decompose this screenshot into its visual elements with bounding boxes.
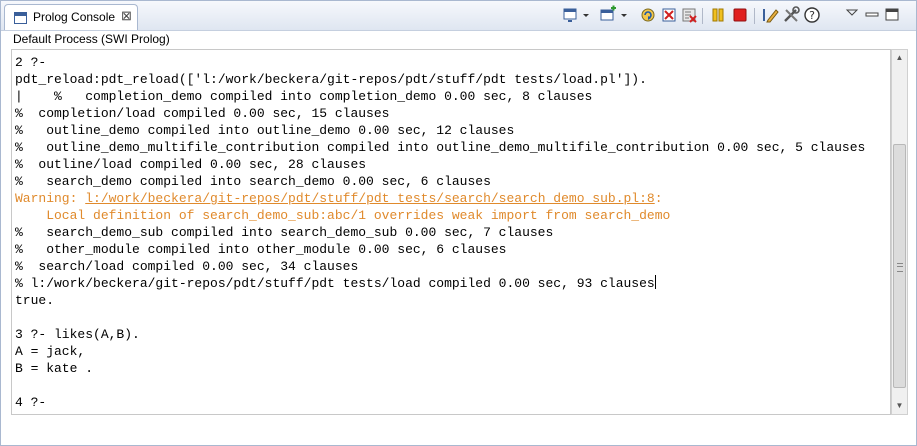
console-line: % l:/work/beckera/git-repos/pdt/stuff/pd… <box>15 275 865 292</box>
console-line: % search_demo_sub compiled into search_d… <box>15 224 865 241</box>
scroll-up-button[interactable]: ▲ <box>892 50 907 66</box>
warning-file-link[interactable]: l:/work/beckera/git-repos/pdt/stuff/pdt … <box>85 191 655 206</box>
console-line: | % completion_demo compiled into comple… <box>15 88 865 105</box>
view-toolbar: ? <box>561 5 901 27</box>
close-icon[interactable]: ⊠ <box>121 8 132 24</box>
console-lines: 2 ?- pdt_reload:pdt_reload(['l:/work/beck… <box>15 54 865 411</box>
console-warning-line: Warning: l:/work/beckera/git-repos/pdt/s… <box>15 190 865 207</box>
console-line-text: pdt_reload:pdt_reload(['l:/work/beckera/… <box>15 72 647 87</box>
console-line-text: % outline_demo_multifile_contribution co… <box>15 140 866 155</box>
console-line-suffix: : <box>654 191 663 206</box>
stop-icon[interactable] <box>731 5 749 25</box>
console-line-text: | % completion_demo compiled into comple… <box>15 89 593 104</box>
scroll-grip-icon <box>897 263 903 272</box>
console-line-text: % l:/work/beckera/git-repos/pdt/stuff/pd… <box>15 276 655 291</box>
scroll-down-button[interactable]: ▼ <box>892 398 907 414</box>
console-line-text: % outline/load compiled 0.00 sec, 28 cla… <box>15 157 367 172</box>
console-line-text: % outline_demo compiled into outline_dem… <box>15 123 515 138</box>
tab-prolog-console[interactable]: Prolog Console ⊠ <box>4 4 138 30</box>
console-line: % completion/load compiled 0.00 sec, 15 … <box>15 105 865 122</box>
console-line: % outline_demo_multifile_contribution co… <box>15 139 865 156</box>
console-line: 2 ?- <box>15 54 865 71</box>
console-line-text: 4 ?- <box>15 395 47 410</box>
reload-icon[interactable] <box>639 5 657 25</box>
toolbar-separator <box>754 8 755 24</box>
view-title-bar: Prolog Console ⊠ ? <box>1 1 916 31</box>
console-line-text: % other_module compiled into other_modul… <box>15 242 507 257</box>
console-line: % outline_demo compiled into outline_dem… <box>15 122 865 139</box>
console-line-text: % completion/load compiled 0.00 sec, 15 … <box>15 106 390 121</box>
process-label: Default Process (SWI Prolog) <box>13 32 170 46</box>
console-line: % search_demo compiled into search_demo … <box>15 173 865 190</box>
view-menu-icon[interactable] <box>843 5 861 25</box>
console-line-text: % search_demo compiled into search_demo … <box>15 174 491 189</box>
console-line: 3 ?- likes(A,B). <box>15 326 865 343</box>
console-output[interactable]: 2 ?- pdt_reload:pdt_reload(['l:/work/beck… <box>11 49 891 415</box>
pause-icon[interactable] <box>709 5 727 25</box>
minimize-icon[interactable] <box>863 5 881 25</box>
new-console-icon[interactable] <box>599 5 617 25</box>
console-line: pdt_reload:pdt_reload(['l:/work/beckera/… <box>15 71 865 88</box>
console-line: true. <box>15 292 865 309</box>
console-line: % search/load compiled 0.00 sec, 34 clau… <box>15 258 865 275</box>
console-line: % other_module compiled into other_modul… <box>15 241 865 258</box>
console-line: A = jack, <box>15 343 865 360</box>
remove-console-icon[interactable] <box>680 5 698 25</box>
console-line-text: 3 ?- likes(A,B). <box>15 327 140 342</box>
console-display-icon[interactable] <box>561 5 579 25</box>
dropdown-arrow-icon[interactable] <box>619 5 629 25</box>
scroll-thumb[interactable] <box>893 144 906 388</box>
prolog-console-view: Prolog Console ⊠ ? Default Process (SWI … <box>0 0 917 446</box>
console-line-text: Warning: <box>15 191 86 206</box>
console-line: % outline/load compiled 0.00 sec, 28 cla… <box>15 156 865 173</box>
console-line-text: % search/load compiled 0.00 sec, 34 clau… <box>15 259 359 274</box>
console-icon <box>14 12 27 24</box>
maximize-icon[interactable] <box>883 5 901 25</box>
console-line-text: true. <box>15 293 55 308</box>
vertical-scrollbar[interactable]: ▲ ▼ <box>891 49 908 415</box>
console-line: 4 ?- <box>15 394 865 411</box>
svg-text:?: ? <box>809 9 815 22</box>
tab-label: Prolog Console <box>33 10 116 24</box>
tools-icon[interactable] <box>782 5 800 25</box>
console-line-text: B = kate . <box>15 361 94 376</box>
console-line: B = kate . <box>15 360 865 377</box>
text-cursor <box>654 275 656 289</box>
dropdown-arrow-icon[interactable] <box>581 5 591 25</box>
help-icon[interactable]: ? <box>803 5 821 25</box>
edit-icon[interactable] <box>761 5 779 25</box>
console-line-text: % search_demo_sub compiled into search_d… <box>15 225 554 240</box>
console-line-text: A = jack, <box>15 344 86 359</box>
console-warning-line: Local definition of search_demo_sub:abc/… <box>15 207 865 224</box>
clear-console-icon[interactable] <box>660 5 678 25</box>
toolbar-separator <box>702 8 703 24</box>
console-line-text: 2 ?- <box>15 55 47 70</box>
console-line-text: Local definition of search_demo_sub:abc/… <box>15 208 671 223</box>
